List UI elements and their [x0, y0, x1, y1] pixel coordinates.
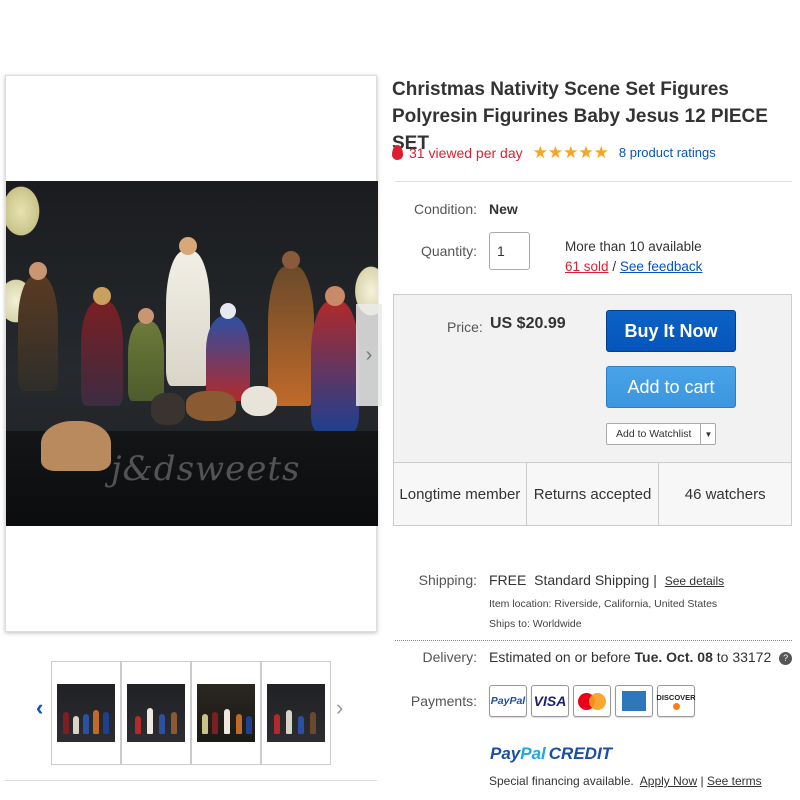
quantity-label: Quantity: — [420, 243, 477, 259]
payments-label: Payments: — [410, 693, 477, 709]
price-label: Price: — [447, 319, 483, 335]
chevron-down-icon[interactable]: ▼ — [701, 424, 715, 444]
figurine-donkey — [151, 393, 185, 425]
product-photo: j&dsweets — [6, 181, 378, 526]
sold-count-link[interactable]: 61 sold — [565, 259, 609, 274]
availability-info: More than 10 available 61 sold / See fee… — [565, 237, 702, 277]
star-icon: ★ — [593, 143, 609, 162]
thumbnail-2[interactable] — [121, 661, 191, 765]
next-image-arrow[interactable]: › — [356, 304, 382, 406]
fire-icon — [392, 145, 403, 160]
shipping-cost: FREE — [489, 572, 527, 588]
figurine-king-left — [18, 262, 58, 391]
seller-highlights: Longtime member Returns accepted 46 watc… — [394, 462, 791, 525]
figurine-ox — [41, 421, 111, 471]
condition-label: Condition: — [413, 201, 477, 217]
apply-now-link[interactable]: Apply Now — [640, 774, 697, 788]
buy-box: Price: US $20.99 Buy It Now Add to cart … — [393, 294, 792, 526]
watermark-text: j&dsweets — [111, 449, 301, 489]
figurine-baby-jesus — [186, 391, 236, 421]
paypal-credit-logo: PayPal CREDIT — [490, 744, 613, 763]
delivery-prefix: Estimated on or before — [489, 649, 631, 665]
highlight-longtime-member: Longtime member — [394, 463, 527, 525]
shipping-method: Standard Shipping | — [534, 572, 657, 588]
thumbnail-image — [267, 684, 325, 742]
thumbnail-image — [57, 684, 115, 742]
delivery-zip: to 33172 — [716, 649, 772, 665]
ships-to: Ships to: Worldwide — [489, 618, 582, 630]
amex-mark — [621, 690, 647, 712]
thumbnail-4[interactable] — [261, 661, 331, 765]
condition-value: New — [489, 201, 518, 217]
item-location: Item location: Riverside, California, Un… — [489, 598, 718, 610]
mastercard-icon — [573, 685, 611, 717]
separator: / — [612, 259, 617, 274]
see-terms-link[interactable]: See terms — [707, 774, 762, 788]
star-icon: ★ — [532, 143, 548, 162]
payment-methods: PayPal VISA DISCOVER — [489, 685, 696, 717]
star-icon: ★ — [563, 143, 579, 162]
thumbnail-prev-arrow[interactable]: ‹ — [36, 695, 43, 721]
financing-text: Special financing available. — [489, 774, 634, 788]
visa-icon: VISA — [531, 685, 569, 717]
see-feedback-link[interactable]: See feedback — [620, 259, 703, 274]
add-to-cart-button[interactable]: Add to cart — [606, 366, 736, 408]
highlight-watchers: 46 watchers — [684, 485, 766, 503]
shipping-label: Shipping: — [418, 572, 477, 588]
amex-icon — [615, 685, 653, 717]
mastercard-circles — [577, 691, 607, 711]
trending-row: 31 viewed per day ★ ★ ★ ★ ★ 8 product ra… — [392, 144, 716, 161]
thumbnail-next-arrow[interactable]: › — [336, 695, 343, 721]
add-to-watchlist-button[interactable]: Add to Watchlist — [607, 424, 702, 444]
product-ratings-link[interactable]: 8 product ratings — [619, 145, 716, 160]
paypal-icon: PayPal — [489, 685, 527, 717]
divider — [395, 640, 792, 641]
divider — [395, 181, 792, 182]
see-shipping-details-link[interactable]: See details — [665, 574, 724, 588]
figurine-sheep — [241, 386, 277, 416]
figurine-king-blue — [311, 286, 359, 431]
thumbnail-image — [127, 684, 185, 742]
delivery-label: Delivery: — [422, 649, 477, 665]
separator: | — [700, 774, 704, 788]
discover-icon: DISCOVER — [656, 685, 696, 717]
star-icon: ★ — [547, 143, 564, 162]
figurine-joseph — [268, 251, 314, 406]
delivery-estimate: Estimated on or before Tue. Oct. 08 to 3… — [489, 649, 793, 665]
divider — [5, 780, 377, 781]
figurine-mary — [206, 303, 250, 401]
thumbnail-1[interactable] — [51, 661, 121, 765]
buy-it-now-button[interactable]: Buy It Now — [606, 310, 736, 352]
financing-info: Special financing available. Apply Now |… — [489, 774, 762, 788]
help-icon[interactable]: ? — [779, 652, 793, 665]
add-to-watchlist-control[interactable]: Add to Watchlist ▼ — [606, 423, 717, 445]
delivery-date: Tue. Oct. 08 — [634, 649, 713, 665]
quantity-input[interactable] — [489, 232, 530, 270]
views-per-day: 31 viewed per day — [409, 144, 523, 161]
availability-text: More than 10 available — [565, 239, 702, 254]
discover-dot — [672, 702, 680, 710]
star-icon: ★ — [578, 143, 594, 162]
figurine-shepherd — [128, 308, 164, 401]
rating-stars[interactable]: ★ ★ ★ ★ ★ — [533, 144, 609, 161]
price-value: US $20.99 — [490, 315, 566, 332]
main-image-panel[interactable]: j&dsweets › — [5, 75, 382, 632]
thumbnail-image — [197, 684, 255, 742]
figurine-king-red — [81, 287, 123, 406]
discover-label: DISCOVER — [656, 692, 696, 702]
highlight-returns-accepted: Returns accepted — [527, 463, 660, 525]
thumbnail-3[interactable] — [191, 661, 261, 765]
shipping-summary: FREE Standard Shipping | See details — [489, 572, 724, 588]
figurine-angel — [166, 237, 210, 386]
